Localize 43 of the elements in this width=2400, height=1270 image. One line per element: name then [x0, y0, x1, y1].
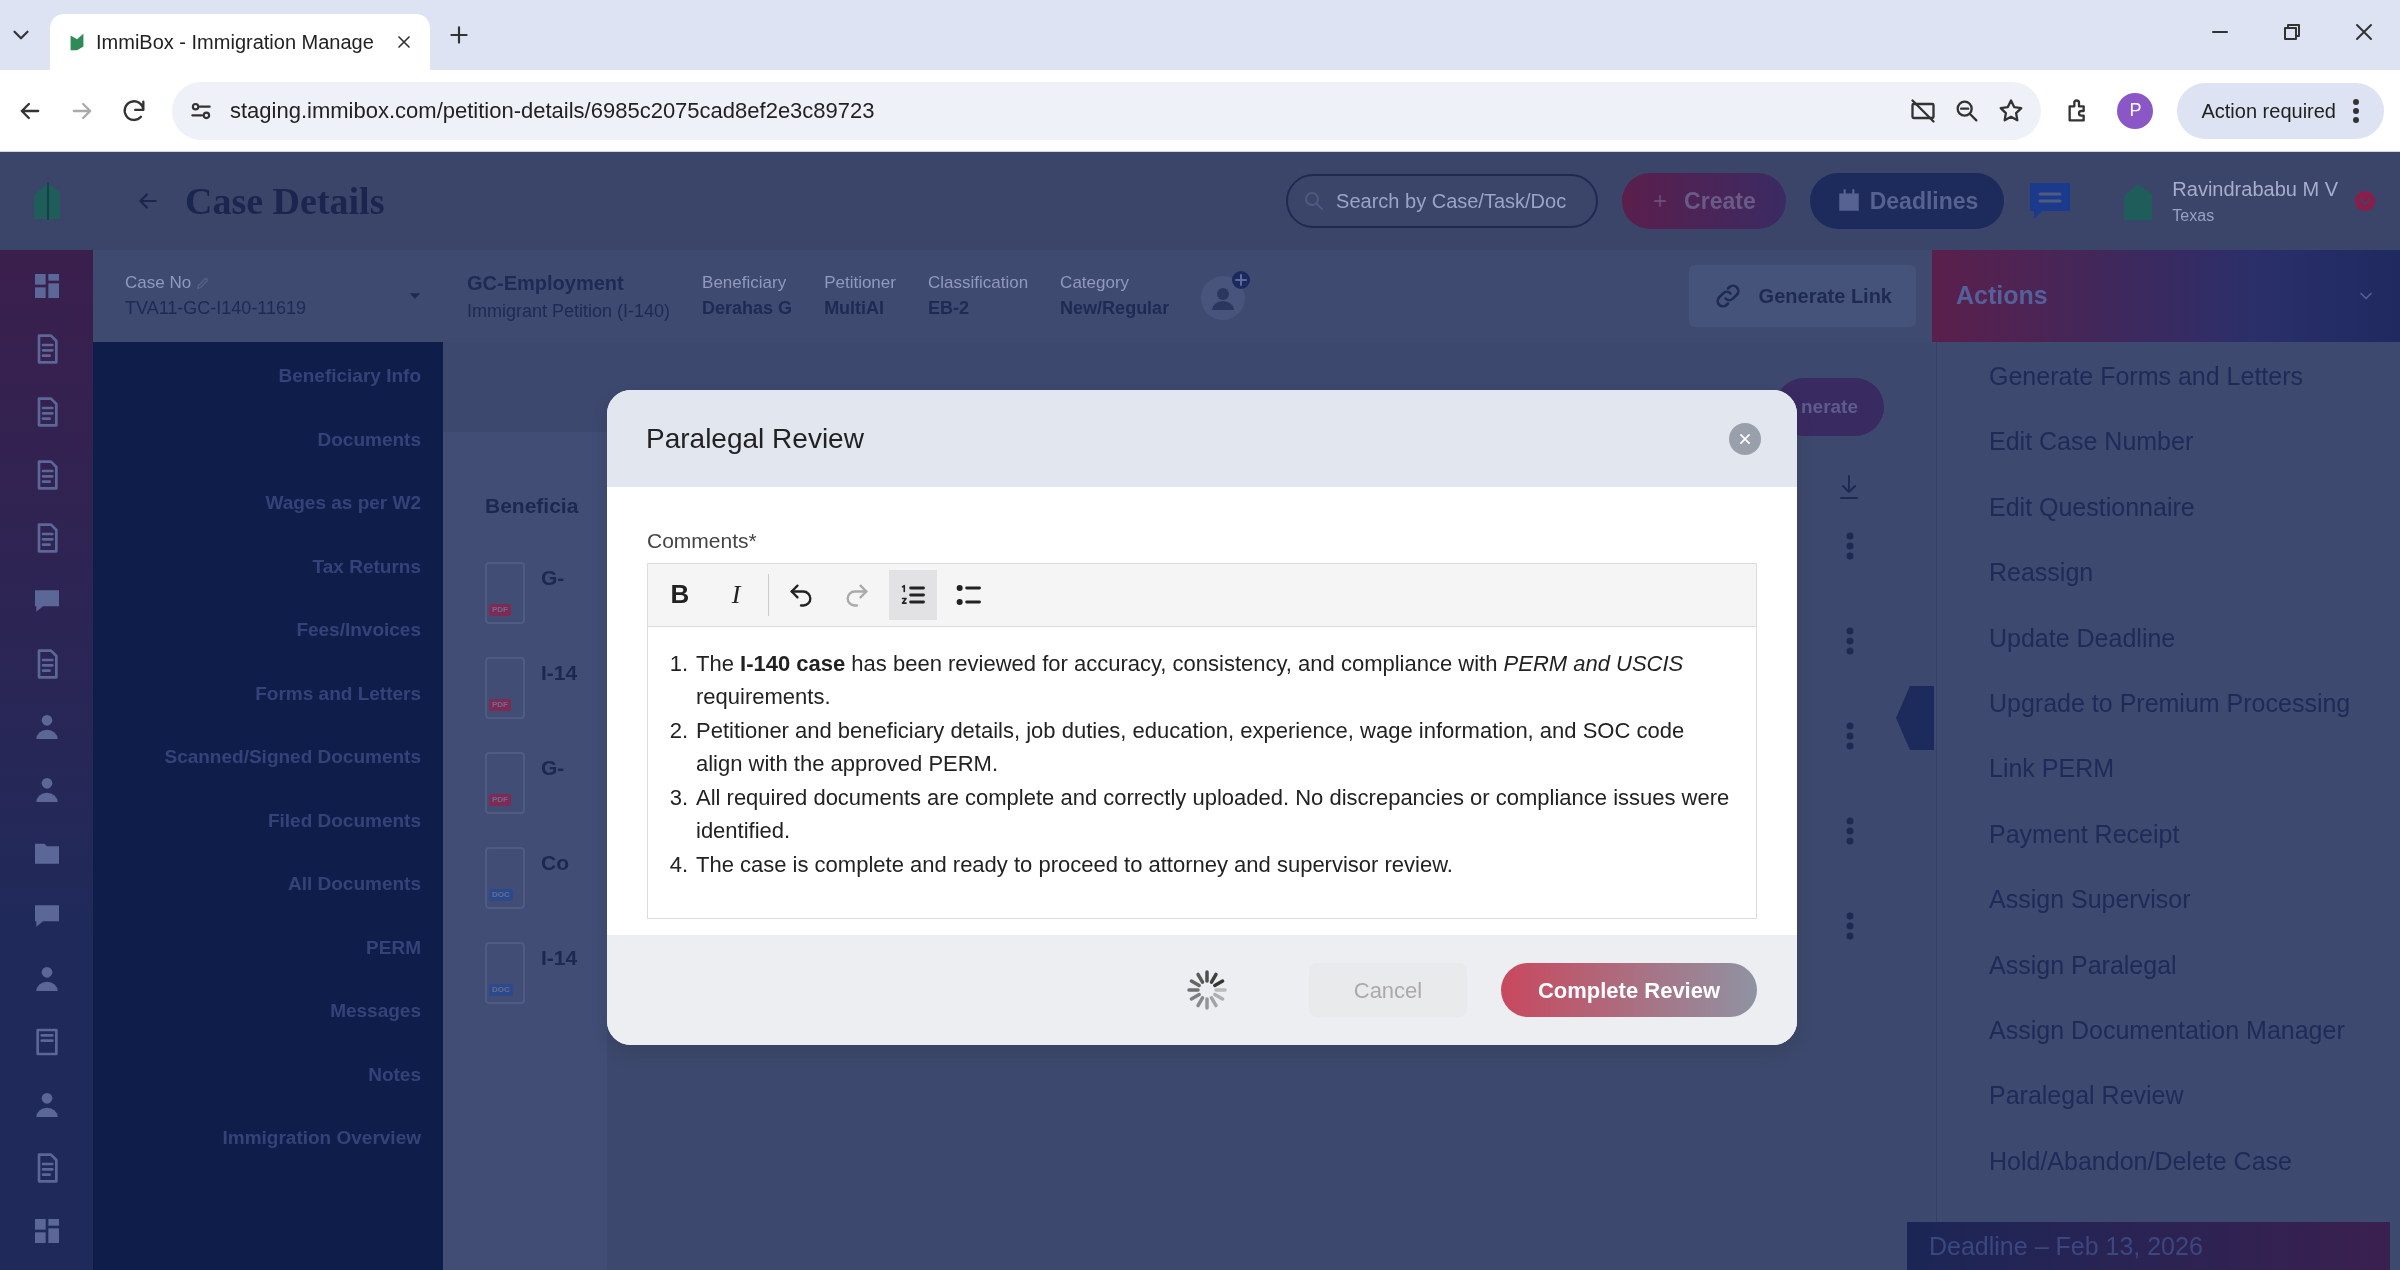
list-marker: 2.: [668, 716, 688, 745]
comments-editor[interactable]: [647, 562, 1757, 919]
file-type-tag: PDF: [489, 698, 511, 711]
list-marker: 1.: [668, 649, 688, 678]
search-field[interactable]: Search by Case/Task/Doc: [1286, 174, 1599, 228]
case-number-label: Case No: [125, 271, 192, 294]
actions-header: Actions: [1932, 250, 2400, 342]
plus-icon: [1652, 193, 1669, 209]
user-name: Ravindrababu M V: [2172, 177, 2338, 202]
list-marker: 3.: [668, 783, 688, 812]
tab-title: ImmiBox - Immigration Manage: [96, 30, 375, 55]
ordered-list-button[interactable]: [889, 569, 937, 620]
field-label: Classification: [927, 271, 1029, 294]
action-required-button[interactable]: Action required: [2177, 82, 2384, 139]
bold-button[interactable]: B: [656, 569, 704, 620]
list-marker: 4.: [668, 850, 688, 879]
deadlines-button[interactable]: Deadlines: [1809, 173, 2005, 229]
list-item: Petitioner and beneficiary details, job duties, education, experience, wage information, and SOC code align with the approved PERM.: [696, 716, 1686, 778]
kebab-icon[interactable]: [2352, 97, 2360, 124]
modal-title: Paralegal Review: [646, 421, 864, 456]
italic-button[interactable]: I: [712, 569, 760, 620]
avatar-icon[interactable]: [1199, 270, 1252, 322]
file-type-tag: DOC: [489, 888, 513, 901]
create-button[interactable]: Create: [1622, 173, 1786, 229]
close-button[interactable]: [1729, 422, 1761, 455]
collapse-handle-icon[interactable]: [1896, 686, 1934, 750]
chat-icon[interactable]: [2028, 180, 2073, 222]
field-label: Category: [1060, 271, 1131, 294]
browser-tab[interactable]: ImmiBox - Immigration Manage: [50, 14, 430, 70]
user-location: Texas: [2172, 206, 2216, 226]
close-icon: [1738, 431, 1752, 446]
list-item: All required documents are complete and correctly uploaded. No discrepancies or compliance issues were identified.: [696, 783, 1731, 845]
field-label: Petitioner: [824, 271, 896, 294]
list-item: The I-140 case has been reviewed for accuracy, consistency, and compliance with PERM and USCIS requirements.: [696, 649, 1685, 711]
field-label: Beneficiary: [702, 271, 788, 294]
camera-off-icon[interactable]: [1909, 96, 1938, 125]
profile-avatar[interactable]: P: [2117, 92, 2154, 129]
file-type-tag: PDF: [489, 793, 511, 806]
list-item: The case is complete and ready to proceed to attorney and supervisor review.: [696, 850, 1453, 879]
field-label: Comments*: [647, 528, 758, 554]
file-type-tag: PDF: [489, 603, 511, 616]
file-type-tag: DOC: [489, 983, 513, 996]
download-icon[interactable]: [1838, 474, 1860, 500]
